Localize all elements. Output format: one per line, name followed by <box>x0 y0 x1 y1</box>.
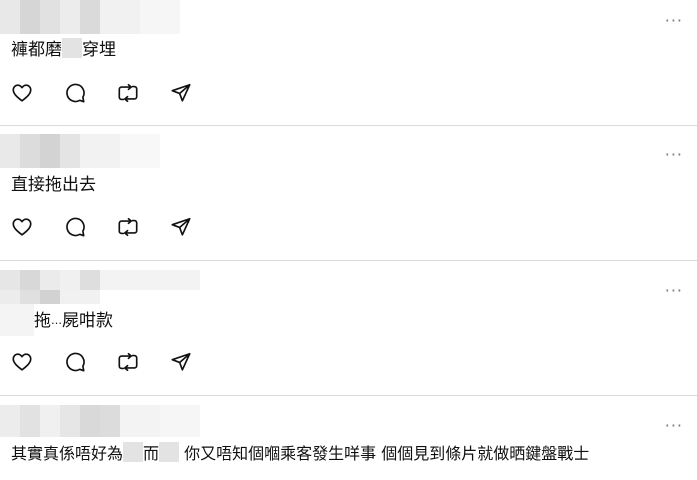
more-options-icon[interactable]: ··· <box>665 283 683 299</box>
send-icon[interactable] <box>170 82 194 106</box>
divider <box>0 395 697 396</box>
comment-text-4: 其實真係唔好為而 你又唔知個嗰乘客發生咩事 個個見到條片就做晒鍵盤戰士 <box>11 442 589 465</box>
comment-icon[interactable] <box>64 351 88 375</box>
repost-icon[interactable] <box>117 351 141 375</box>
heart-icon[interactable] <box>11 82 35 106</box>
comment-text-part: 穿埋 <box>82 40 116 60</box>
blurred-username-1 <box>0 0 180 34</box>
more-options-icon[interactable]: ··· <box>665 13 683 29</box>
redaction-mask <box>123 442 144 462</box>
comment-icon[interactable] <box>64 82 88 106</box>
comment-icon[interactable] <box>64 216 88 240</box>
redaction-mask <box>62 38 82 58</box>
heart-icon[interactable] <box>11 351 35 375</box>
send-icon[interactable] <box>170 216 194 240</box>
heart-icon[interactable] <box>11 216 35 240</box>
comment-text-part: 拖 <box>34 311 51 331</box>
comment-text-part: 而 <box>143 444 160 463</box>
repost-icon[interactable] <box>117 82 141 106</box>
comment-text-part: 你又唔知個嗰乘客發生咩事 個個見到條片就做晒鍵盤戰士 <box>184 444 590 463</box>
divider <box>0 125 697 126</box>
blurred-username-2 <box>0 134 160 168</box>
comment-text-part: 屍咁款 <box>62 311 113 331</box>
repost-icon[interactable] <box>117 216 141 240</box>
blurred-username-4 <box>0 405 200 437</box>
comment-text-part: 褲都磨 <box>11 40 62 60</box>
more-options-icon[interactable]: ··· <box>665 147 683 163</box>
comment-text-part: 其實真係唔好為 <box>11 444 124 463</box>
comment-text-1: 褲都磨 穿埋 <box>11 38 116 61</box>
send-icon[interactable] <box>170 351 194 375</box>
comment-text-2: 直接拖出去 <box>11 174 96 196</box>
render-artifact: … <box>51 314 62 327</box>
divider <box>0 260 697 261</box>
comment-text-3: 拖…屍咁款 <box>34 310 113 332</box>
more-options-icon[interactable]: ··· <box>665 418 683 434</box>
comment-text-part: 直接拖出去 <box>11 175 96 195</box>
redaction-mask <box>159 442 180 462</box>
